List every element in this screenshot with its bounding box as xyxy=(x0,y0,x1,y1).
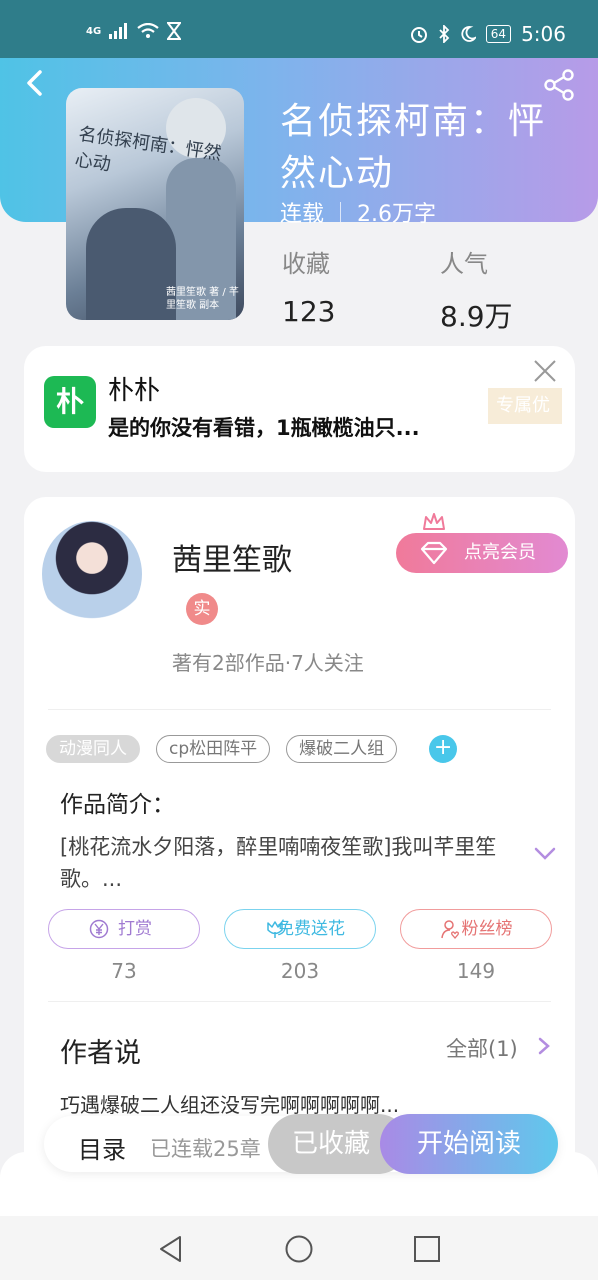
chevron-down-icon[interactable] xyxy=(534,847,556,861)
book-cover[interactable]: 名侦探柯南：怦然心动 茜里笙歌 著 / 芊里笙歌 副本 xyxy=(66,88,244,320)
battery-indicator: 64 xyxy=(485,25,512,43)
moon-icon xyxy=(461,26,476,42)
send-flower-label: 免费送花 xyxy=(277,919,345,939)
author-name[interactable]: 茜里笙歌 xyxy=(172,535,292,579)
back-icon[interactable] xyxy=(22,68,52,98)
flower-icon xyxy=(267,921,283,938)
serial-status: 已连载25章 xyxy=(150,1137,261,1161)
book-word-count: 2.6万字 xyxy=(357,202,437,227)
hourglass-icon xyxy=(167,22,182,40)
ad-tag: 专属优 xyxy=(488,388,562,424)
book-meta: 连载 2.6万字 xyxy=(280,196,436,228)
clock: 5:06 xyxy=(521,22,566,46)
author-says-title: 作者说 xyxy=(60,1038,141,1069)
add-tag-button[interactable]: + xyxy=(429,735,458,763)
network-type: 4G xyxy=(86,25,102,37)
tip-button[interactable]: 打赏 xyxy=(48,909,200,949)
cover-figure xyxy=(86,208,176,320)
stat-popularity: 人气 8.9万 xyxy=(440,244,513,335)
verified-badge: 实 xyxy=(186,593,218,625)
nav-back-icon[interactable] xyxy=(156,1234,186,1264)
chevron-right-icon[interactable] xyxy=(538,1037,550,1055)
vip-button-label: 点亮会员 xyxy=(464,542,536,563)
flower-count: 203 xyxy=(280,959,320,983)
tag[interactable]: 动漫同人 xyxy=(46,735,140,763)
stat-label: 人气 xyxy=(440,250,488,278)
nav-home-icon[interactable] xyxy=(284,1234,314,1264)
stat-label: 收藏 xyxy=(282,250,330,278)
system-nav-bar xyxy=(0,1216,598,1280)
close-icon[interactable] xyxy=(532,358,558,384)
fan-ranking-label: 粉丝榜 xyxy=(461,919,513,939)
send-flower-button[interactable]: 免费送花 xyxy=(224,909,376,949)
author-stats: 著有2部作品·7人关注 xyxy=(172,651,364,675)
action-buttons: 打赏 免费送花 粉丝榜 xyxy=(48,909,552,949)
intro-text[interactable]: [桃花流水夕阳落，醉里喃喃夜笙歌]我叫芊里笙歌。... xyxy=(60,831,500,895)
bluetooth-icon xyxy=(439,25,450,43)
book-title: 名侦探柯南：怦然心动 xyxy=(280,101,547,194)
author-says-all-link[interactable]: 全部(1) xyxy=(446,1033,518,1063)
stat-value: 123 xyxy=(282,295,336,328)
book-status: 连载 xyxy=(280,202,325,227)
stat-value: 8.9万 xyxy=(440,300,513,333)
intro-title: 作品简介： xyxy=(60,792,175,818)
ad-title: 朴朴 xyxy=(108,376,161,406)
avatar[interactable] xyxy=(42,521,142,627)
author-card: 茜里笙歌 实 点亮会员 著有2部作品·7人关注 动漫同人 cp松田阵平 爆破二人… xyxy=(24,497,575,1197)
meta-separator xyxy=(340,202,342,222)
tip-count: 73 xyxy=(111,959,137,983)
fan-count: 149 xyxy=(456,959,496,983)
nav-recents-icon[interactable] xyxy=(412,1234,442,1264)
ad-banner[interactable]: 朴 朴朴 是的你没有看错，1瓶橄榄油只... 专属优 xyxy=(24,346,575,472)
signal-icon xyxy=(109,23,128,39)
crown-icon xyxy=(423,513,445,530)
tag[interactable]: 爆破二人组 xyxy=(286,735,398,763)
alarm-icon xyxy=(410,27,427,43)
divider xyxy=(48,709,551,710)
tag[interactable]: cp松田阵平 xyxy=(156,735,271,763)
tip-button-label: 打赏 xyxy=(118,919,152,939)
start-reading-button[interactable]: 开始阅读 xyxy=(380,1114,558,1174)
diamond-icon xyxy=(420,541,448,565)
vip-button[interactable]: 点亮会员 xyxy=(396,533,568,573)
divider xyxy=(48,1001,551,1002)
toc-button[interactable]: 目录 xyxy=(78,1130,126,1165)
tag-list: 动漫同人 cp松田阵平 爆破二人组 + xyxy=(46,735,458,763)
cover-credit: 茜里笙歌 著 / 芊里笙歌 副本 xyxy=(166,287,239,311)
yen-coin-icon xyxy=(89,919,109,939)
ad-description: 是的你没有看错，1瓶橄榄油只... xyxy=(108,416,420,440)
status-bar: 4G 64 5:06 xyxy=(0,0,598,58)
ad-logo: 朴 xyxy=(44,376,96,428)
wifi-icon xyxy=(137,23,159,38)
bottom-action-bar: 目录 已连载25章 已收藏 开始阅读 xyxy=(44,1114,558,1174)
fan-ranking-button[interactable]: 粉丝榜 xyxy=(400,909,552,949)
user-heart-icon xyxy=(441,920,459,939)
stat-collect: 收藏 123 xyxy=(282,244,335,328)
action-counts: 73 203 149 xyxy=(48,959,552,983)
